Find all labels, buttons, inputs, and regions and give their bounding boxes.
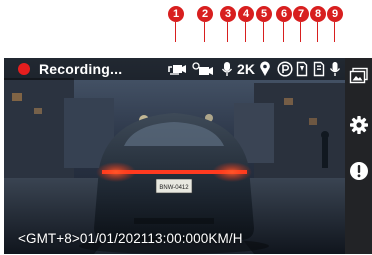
callout-leader bbox=[317, 22, 318, 42]
license-plate-text: BNW-0412 bbox=[159, 185, 189, 191]
status-bar: Recording... 2K bbox=[4, 58, 345, 80]
callout-row: 1 2 3 4 5 6 7 8 9 bbox=[0, 0, 372, 58]
microphone-icon bbox=[328, 60, 341, 78]
callout-7: 7 bbox=[293, 6, 309, 22]
control-sidebar bbox=[345, 58, 372, 254]
sd-card-icon bbox=[295, 60, 309, 78]
timelapse-camera-icon bbox=[192, 60, 214, 78]
datetime-stamp: <GMT+8>01/01/202113:00:00 bbox=[18, 231, 201, 246]
loop-recording-icon bbox=[167, 60, 187, 78]
settings-button[interactable] bbox=[347, 113, 370, 136]
callout-9: 9 bbox=[327, 6, 343, 22]
camera-preview: BNW-0412 Recording... 2K <GMT+8>01/01/20… bbox=[4, 58, 345, 254]
gallery-icon bbox=[349, 67, 368, 83]
callout-5: 5 bbox=[256, 6, 272, 22]
callout-leader bbox=[283, 22, 284, 42]
callout-8: 8 bbox=[310, 6, 326, 22]
callout-6: 6 bbox=[276, 6, 292, 22]
gallery-button[interactable] bbox=[347, 64, 370, 87]
callout-4: 4 bbox=[238, 6, 254, 22]
callout-leader bbox=[334, 22, 335, 42]
callout-leader bbox=[300, 22, 301, 42]
callout-leader bbox=[175, 22, 176, 42]
callout-2: 2 bbox=[197, 6, 213, 22]
location-pin-icon bbox=[258, 60, 272, 78]
callout-leader bbox=[245, 22, 246, 42]
timestamp-overlay: <GMT+8>01/01/202113:00:000KM/H bbox=[18, 231, 243, 246]
resolution-indicator: 2K bbox=[235, 60, 257, 78]
speed-readout: 0KM/H bbox=[200, 231, 243, 246]
callout-3: 3 bbox=[220, 6, 236, 22]
sd-card-alt-icon bbox=[312, 60, 326, 78]
callout-leader bbox=[263, 22, 264, 42]
callout-leader bbox=[204, 22, 205, 42]
callout-1: 1 bbox=[168, 6, 184, 22]
parking-mode-icon bbox=[277, 60, 293, 78]
alert-button[interactable] bbox=[347, 159, 370, 182]
resolution-label: 2K bbox=[237, 61, 255, 77]
street-scene-image: BNW-0412 bbox=[4, 58, 345, 254]
microphone-gps-icon bbox=[220, 60, 233, 78]
callout-leader bbox=[227, 22, 228, 42]
settings-icon bbox=[349, 115, 368, 134]
recording-status-label: Recording... bbox=[39, 61, 123, 77]
recording-dot bbox=[18, 63, 30, 75]
alert-icon bbox=[349, 161, 368, 180]
